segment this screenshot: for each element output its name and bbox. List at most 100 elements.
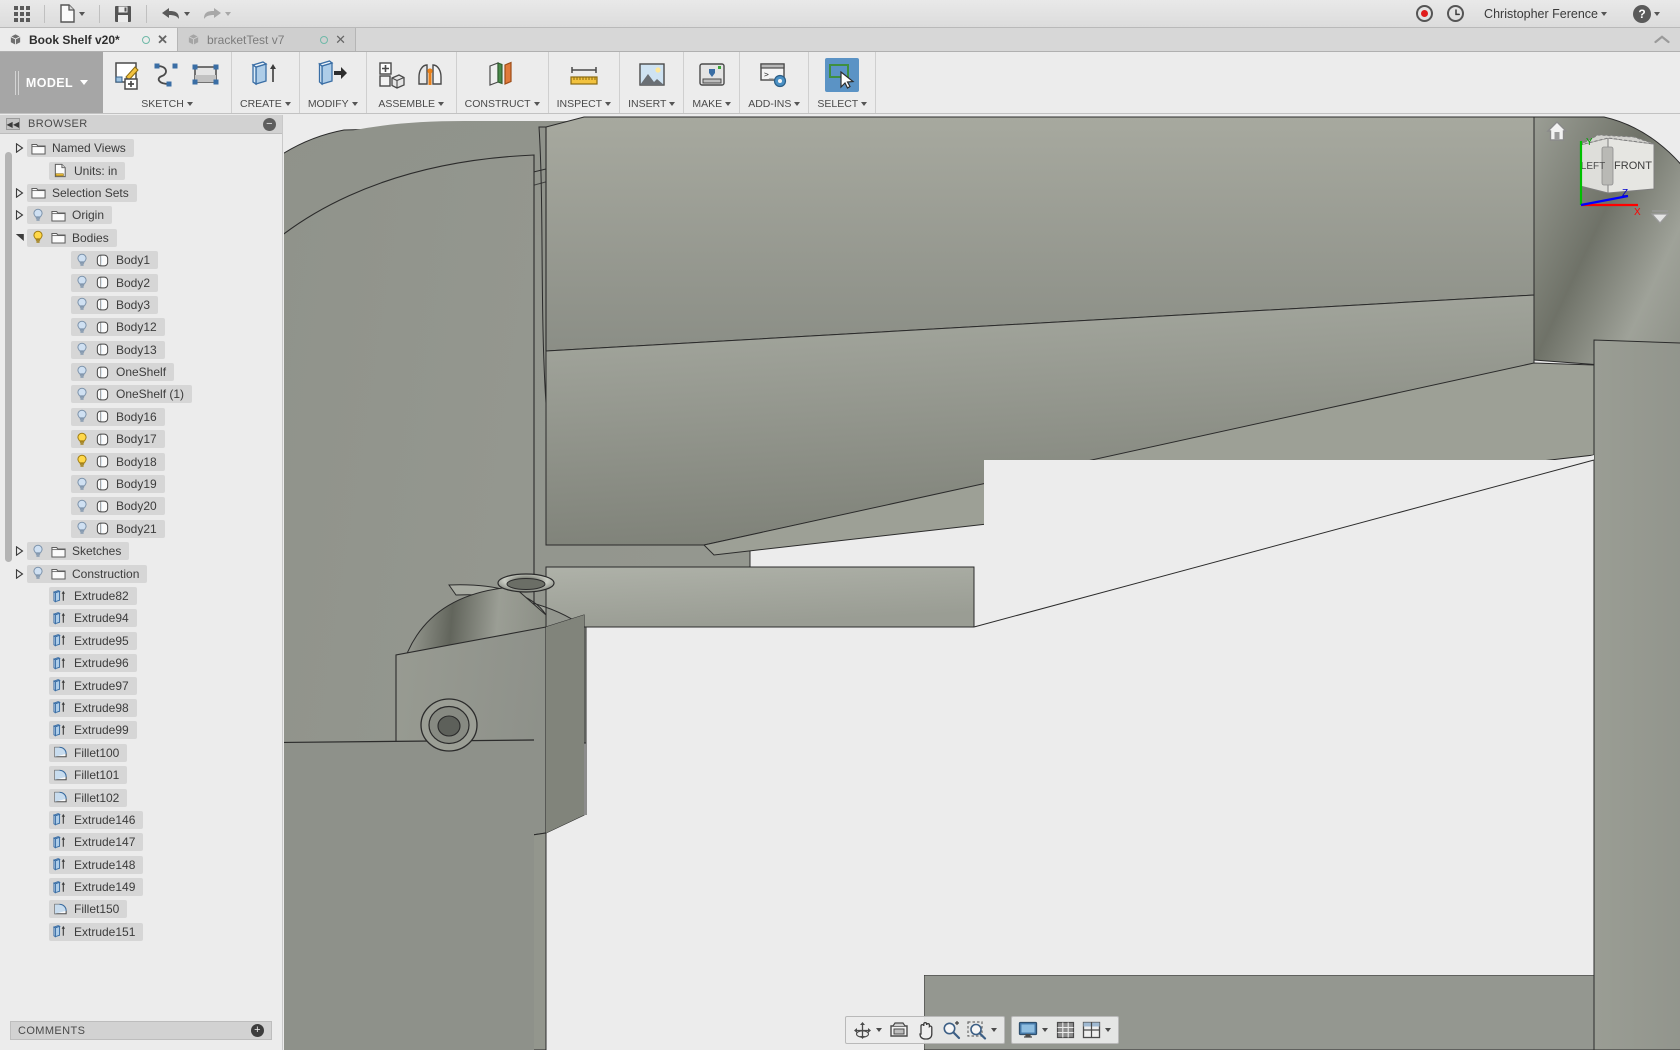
tree-node-chip[interactable]: Extrude147 <box>49 833 144 852</box>
ribbon-group-label[interactable]: CONSTRUCT <box>465 98 540 110</box>
tree-twisty[interactable] <box>12 137 27 159</box>
visibility-bulb-icon[interactable] <box>31 230 45 245</box>
ribbon-group-label[interactable]: SKETCH <box>141 98 193 110</box>
tree-node-chip[interactable]: Fillet100 <box>49 743 128 762</box>
display-settings-button[interactable] <box>1016 1019 1040 1041</box>
tree-node-origin[interactable]: Origin <box>0 204 282 226</box>
tree-twisty[interactable] <box>12 227 27 249</box>
tree-node-extrude98[interactable]: Extrude98 <box>0 697 282 719</box>
tree-node-chip[interactable]: Body13 <box>71 340 165 359</box>
close-icon[interactable]: ✕ <box>157 33 168 46</box>
undo-button[interactable] <box>155 4 196 23</box>
tree-node-body1[interactable]: Body1 <box>0 249 282 271</box>
expand-arrow-icon[interactable] <box>15 568 24 579</box>
tree-node-chip[interactable]: Selection Sets <box>27 183 137 202</box>
fit-arrow-icon[interactable] <box>1650 210 1670 224</box>
visibility-bulb-icon[interactable] <box>75 320 89 335</box>
tree-node-selection-sets[interactable]: Selection Sets <box>0 182 282 204</box>
visibility-bulb-icon[interactable] <box>31 566 45 581</box>
tree-node-named-views[interactable]: Named Views <box>0 137 282 159</box>
tree-twisty[interactable] <box>12 204 27 226</box>
tree-node-body13[interactable]: Body13 <box>0 339 282 361</box>
add-comment-icon[interactable]: + <box>251 1024 264 1037</box>
3d-print-button[interactable] <box>695 58 729 92</box>
tree-node-bodies[interactable]: Bodies <box>0 227 282 249</box>
expand-arrow-icon[interactable] <box>15 210 24 221</box>
visibility-bulb-icon[interactable] <box>75 454 89 469</box>
chevron-down-icon[interactable] <box>1042 1028 1048 1032</box>
tree-node-chip[interactable]: Extrude151 <box>49 922 144 941</box>
tree-node-chip[interactable]: Construction <box>27 564 148 583</box>
press-pull-button[interactable] <box>316 58 350 92</box>
user-menu-button[interactable]: Christopher Ference <box>1478 5 1613 23</box>
tree-node-extrude99[interactable]: Extrude99 <box>0 719 282 741</box>
tree-node-chip[interactable]: Extrude94 <box>49 609 137 628</box>
tree-node-extrude96[interactable]: Extrude96 <box>0 652 282 674</box>
tree-node-extrude149[interactable]: Extrude149 <box>0 876 282 898</box>
tree-node-fillet102[interactable]: Fillet102 <box>0 786 282 808</box>
orbit-button[interactable] <box>850 1019 874 1041</box>
joint-button[interactable] <box>414 58 448 92</box>
tree-node-extrude95[interactable]: Extrude95 <box>0 630 282 652</box>
tree-node-chip[interactable]: Body12 <box>71 318 165 337</box>
ribbon-group-label[interactable]: MAKE <box>692 98 732 110</box>
tree-node-fillet150[interactable]: Fillet150 <box>0 898 282 920</box>
save-button[interactable] <box>108 3 138 25</box>
tree-node-chip[interactable]: Bodies <box>27 228 117 247</box>
close-icon[interactable]: ✕ <box>335 33 346 46</box>
expand-arrow-icon[interactable] <box>15 546 24 557</box>
tree-node-fillet101[interactable]: Fillet101 <box>0 764 282 786</box>
model-canvas[interactable]: LEFT FRONT Y X Z <box>284 115 1680 1050</box>
ribbon-group-label[interactable]: INSERT <box>628 98 676 110</box>
tree-node-body21[interactable]: Body21 <box>0 518 282 540</box>
tree-node-body19[interactable]: Body19 <box>0 473 282 495</box>
visibility-bulb-icon[interactable] <box>75 275 89 290</box>
redo-button[interactable] <box>196 4 237 23</box>
tree-node-construction[interactable]: Construction <box>0 562 282 584</box>
grid-snaps-button[interactable] <box>1053 1019 1077 1041</box>
collapse-ribbon-button[interactable] <box>1644 28 1680 51</box>
tree-node-extrude94[interactable]: Extrude94 <box>0 607 282 629</box>
tree-node-chip[interactable]: Named Views <box>27 139 134 158</box>
tree-node-body2[interactable]: Body2 <box>0 271 282 293</box>
tree-node-units-in[interactable]: Units: in <box>0 159 282 181</box>
tree-node-chip[interactable]: Body19 <box>71 475 165 494</box>
tree-node-chip[interactable]: Body2 <box>71 273 159 292</box>
pan-hand-button[interactable] <box>913 1019 937 1041</box>
tree-node-chip[interactable]: Fillet150 <box>49 900 128 919</box>
tree-node-extrude148[interactable]: Extrude148 <box>0 854 282 876</box>
tree-node-extrude147[interactable]: Extrude147 <box>0 831 282 853</box>
tree-node-body18[interactable]: Body18 <box>0 450 282 472</box>
chevron-down-icon[interactable] <box>876 1028 882 1032</box>
tree-node-body17[interactable]: Body17 <box>0 428 282 450</box>
tree-scrollbar-thumb[interactable] <box>5 152 12 562</box>
tree-node-body16[interactable]: Body16 <box>0 406 282 428</box>
measure-button[interactable] <box>567 58 601 92</box>
help-button[interactable]: ? <box>1627 3 1666 25</box>
insert-image-button[interactable] <box>635 58 669 92</box>
pan-viewport-button[interactable] <box>887 1019 911 1041</box>
ribbon-group-label[interactable]: SELECT <box>817 98 868 110</box>
scripts-addins-button[interactable]: >_ <box>757 58 791 92</box>
tree-node-sketches[interactable]: Sketches <box>0 540 282 562</box>
collapse-left-icon[interactable]: ◀◀ <box>6 118 20 130</box>
tree-node-extrude151[interactable]: Extrude151 <box>0 921 282 943</box>
zoom-button[interactable] <box>939 1019 963 1041</box>
tree-node-chip[interactable]: Extrude82 <box>49 587 137 605</box>
home-icon[interactable] <box>1546 121 1568 141</box>
tree-node-body12[interactable]: Body12 <box>0 316 282 338</box>
expand-arrow-icon[interactable] <box>15 187 24 198</box>
chevron-down-icon[interactable] <box>991 1028 997 1032</box>
tree-node-chip[interactable]: Extrude96 <box>49 654 137 673</box>
tree-node-oneshelf[interactable]: OneShelf <box>0 361 282 383</box>
visibility-bulb-icon[interactable] <box>75 521 89 536</box>
tree-node-fillet100[interactable]: Fillet100 <box>0 742 282 764</box>
tree-node-chip[interactable]: Origin <box>27 206 113 225</box>
visibility-bulb-icon[interactable] <box>31 208 45 223</box>
tree-node-body3[interactable]: Body3 <box>0 294 282 316</box>
tree-node-chip[interactable]: Body17 <box>71 430 165 449</box>
minimize-icon[interactable]: − <box>263 117 276 131</box>
document-tab-book-shelf[interactable]: Book Shelf v20* ✕ <box>0 28 178 51</box>
document-tab-bracket-test[interactable]: bracketTest v7 ✕ <box>178 28 356 51</box>
visibility-bulb-icon[interactable] <box>75 409 89 424</box>
